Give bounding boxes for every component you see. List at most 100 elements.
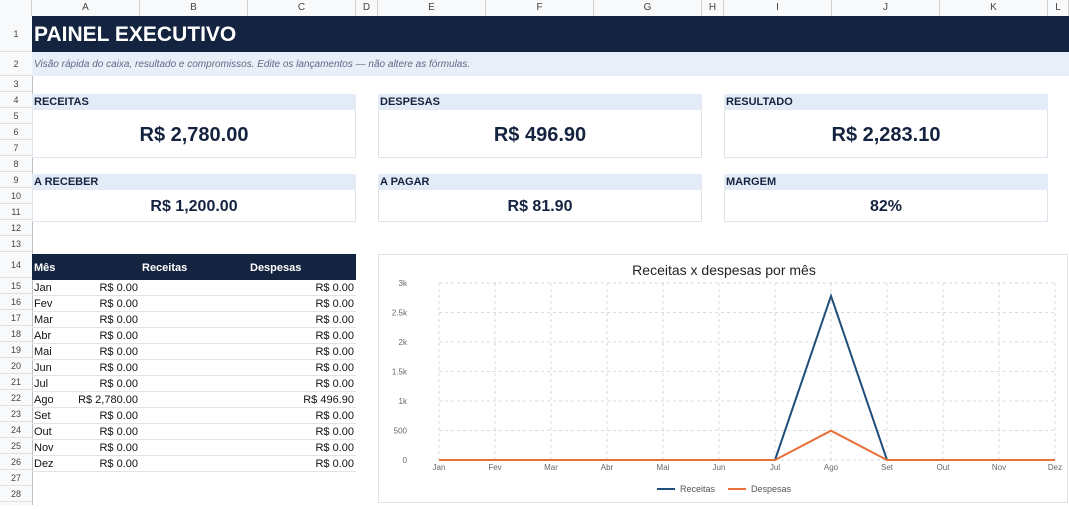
table-cell-mes[interactable]: Mar [34,312,53,328]
table-row[interactable]: Jun R$ 0.00 R$ 0.00 [32,360,356,376]
chart-series-line-receitas[interactable] [439,292,1055,461]
table-cell-despesas[interactable]: R$ 0.00 [315,280,354,296]
row-header-21[interactable]: 21 [0,374,32,390]
row-header-4[interactable]: 4 [0,92,32,108]
table-cell-receitas[interactable]: R$ 0.00 [99,440,138,456]
table-cell-mes[interactable]: Mai [34,344,52,360]
table-cell-despesas[interactable]: R$ 0.00 [315,456,354,472]
table-cell-despesas[interactable]: R$ 0.00 [315,376,354,392]
table-cell-mes[interactable]: Fev [34,296,52,312]
table-row[interactable]: Mai R$ 0.00 R$ 0.00 [32,344,356,360]
table-cell-receitas[interactable]: R$ 0.00 [99,424,138,440]
table-cell-despesas[interactable]: R$ 0.00 [315,360,354,376]
card-despesas-value[interactable]: R$ 496.90 [378,110,702,158]
row-header-27[interactable]: 27 [0,470,32,486]
row-header-3[interactable]: 3 [0,76,32,92]
table-cell-despesas[interactable]: R$ 0.00 [315,408,354,424]
table-cell-despesas[interactable]: R$ 0.00 [315,312,354,328]
page-title[interactable]: PAINEL EXECUTIVO [32,16,1069,52]
row-header-26[interactable]: 26 [0,454,32,470]
card-receitas-value[interactable]: R$ 2,780.00 [32,110,356,158]
table-cell-mes[interactable]: Set [34,408,51,424]
table-cell-mes[interactable]: Jul [34,376,48,392]
column-header-h[interactable]: H [702,0,724,16]
chart-legend-label[interactable]: Despesas [751,484,792,494]
column-header-j[interactable]: J [832,0,940,16]
row-header-15[interactable]: 15 [0,278,32,294]
page-subtitle[interactable]: Visão rápida do caixa, resultado e compr… [32,52,1069,76]
row-header-5[interactable]: 5 [0,108,32,124]
row-header-17[interactable]: 17 [0,310,32,326]
column-header-a[interactable]: A [32,0,140,16]
table-cell-receitas[interactable]: R$ 2,780.00 [78,392,138,408]
row-header-8[interactable]: 8 [0,156,32,172]
row-header-28[interactable]: 28 [0,486,32,502]
table-cell-mes[interactable]: Jun [34,360,52,376]
card-a-receber-label[interactable]: A RECEBER [32,174,356,190]
table-header-mes[interactable]: Mês [34,254,55,282]
table-row[interactable]: Jan R$ 0.00 R$ 0.00 [32,280,356,296]
column-header-k[interactable]: K [940,0,1048,16]
column-header-i[interactable]: I [724,0,832,16]
column-header-b[interactable]: B [140,0,248,16]
table-cell-despesas[interactable]: R$ 0.00 [315,328,354,344]
table-cell-receitas[interactable]: R$ 0.00 [99,360,138,376]
table-row[interactable]: Jul R$ 0.00 R$ 0.00 [32,376,356,392]
row-header-25[interactable]: 25 [0,438,32,454]
table-row[interactable]: Ago R$ 2,780.00 R$ 496.90 [32,392,356,408]
row-header-24[interactable]: 24 [0,422,32,438]
table-cell-receitas[interactable]: R$ 0.00 [99,296,138,312]
row-header-12[interactable]: 12 [0,220,32,236]
row-header-2[interactable]: 2 [0,52,32,76]
row-header-10[interactable]: 10 [0,188,32,204]
row-header-16[interactable]: 16 [0,294,32,310]
row-header-9[interactable]: 9 [0,172,32,188]
row-header-7[interactable]: 7 [0,140,32,156]
row-header-13[interactable]: 13 [0,236,32,252]
card-margem-label[interactable]: MARGEM [724,174,1048,190]
table-cell-mes[interactable]: Out [34,424,52,440]
row-header-6[interactable]: 6 [0,124,32,140]
card-resultado-value[interactable]: R$ 2,283.10 [724,110,1048,158]
table-cell-receitas[interactable]: R$ 0.00 [99,328,138,344]
table-cell-mes[interactable]: Ago [34,392,54,408]
table-row[interactable]: Abr R$ 0.00 R$ 0.00 [32,328,356,344]
card-a-receber-value[interactable]: R$ 1,200.00 [32,190,356,222]
table-cell-receitas[interactable]: R$ 0.00 [99,344,138,360]
card-despesas-label[interactable]: DESPESAS [378,94,702,110]
column-header-e[interactable]: E [378,0,486,16]
column-header-d[interactable]: D [356,0,378,16]
table-header-despesas[interactable]: Despesas [250,254,301,282]
card-resultado-label[interactable]: RESULTADO [724,94,1048,110]
row-header-22[interactable]: 22 [0,390,32,406]
row-header-11[interactable]: 11 [0,204,32,220]
table-row[interactable]: Dez R$ 0.00 R$ 0.00 [32,456,356,472]
table-cell-mes[interactable]: Abr [34,328,51,344]
card-receitas-label[interactable]: RECEITAS [32,94,356,110]
table-header-receitas[interactable]: Receitas [142,254,187,282]
column-header-f[interactable]: F [486,0,594,16]
table-row[interactable]: Set R$ 0.00 R$ 0.00 [32,408,356,424]
row-header-19[interactable]: 19 [0,342,32,358]
row-header-1[interactable]: 1 [0,16,32,52]
table-cell-receitas[interactable]: R$ 0.00 [99,280,138,296]
chart-container[interactable]: Receitas x despesas por mês 0 500 1k 1.5k 2k… [378,254,1068,503]
table-cell-receitas[interactable]: R$ 0.00 [99,456,138,472]
table-cell-despesas[interactable]: R$ 0.00 [315,424,354,440]
table-row[interactable]: Mar R$ 0.00 R$ 0.00 [32,312,356,328]
column-header-g[interactable]: G [594,0,702,16]
row-header-20[interactable]: 20 [0,358,32,374]
table-cell-despesas[interactable]: R$ 496.90 [303,392,354,408]
table-cell-mes[interactable]: Dez [34,456,54,472]
card-a-pagar-label[interactable]: A PAGAR [378,174,702,190]
select-all-corner[interactable] [0,0,32,16]
row-header-23[interactable]: 23 [0,406,32,422]
table-cell-mes[interactable]: Jan [34,280,52,296]
table-row[interactable]: Out R$ 0.00 R$ 0.00 [32,424,356,440]
table-cell-receitas[interactable]: R$ 0.00 [99,312,138,328]
card-margem-value[interactable]: 82% [724,190,1048,222]
column-header-c[interactable]: C [248,0,356,16]
row-header-18[interactable]: 18 [0,326,32,342]
table-cell-mes[interactable]: Nov [34,440,54,456]
table-cell-despesas[interactable]: R$ 0.00 [315,296,354,312]
